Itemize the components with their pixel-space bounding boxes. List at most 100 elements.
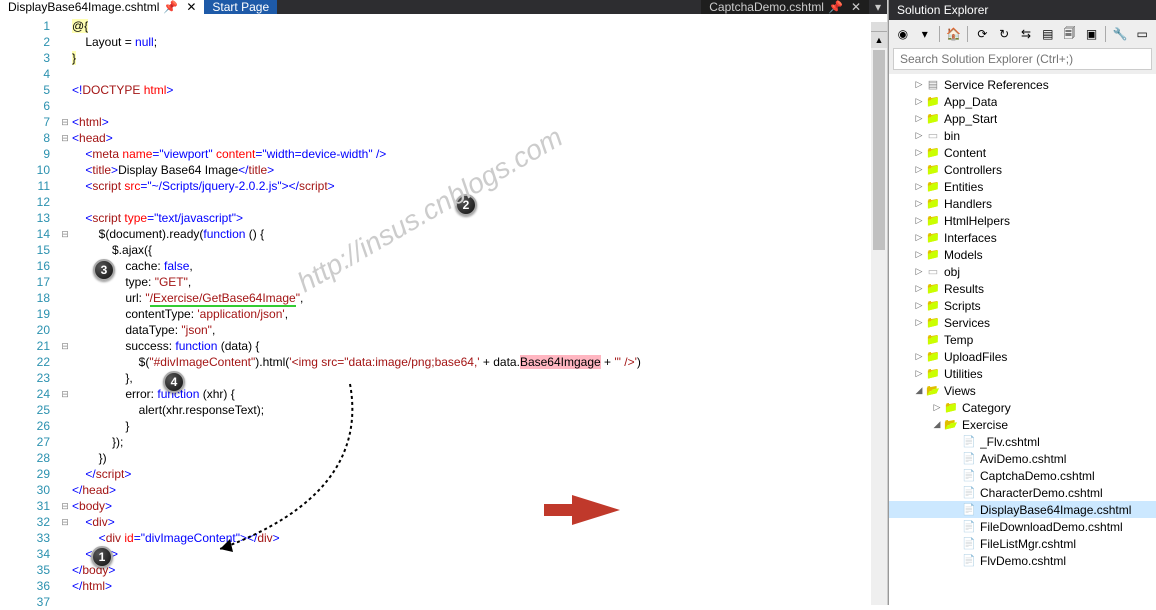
tree-expander[interactable]: ▷ — [913, 232, 925, 243]
folder-icon — [925, 112, 941, 126]
tree-expander[interactable]: ▷ — [913, 300, 925, 311]
tab-active-file[interactable]: DisplayBase64Image.cshtml 📌 ✕ — [0, 0, 204, 14]
pin-icon[interactable]: 📌 — [163, 0, 178, 14]
tree-expander[interactable]: ▷ — [913, 198, 925, 209]
split-handle[interactable] — [871, 22, 887, 32]
tree-item[interactable]: _Flv.cshtml — [889, 433, 1156, 450]
folder-icon — [925, 333, 941, 347]
tab-overflow-button[interactable]: ▾ — [869, 0, 887, 14]
folder-icon — [925, 129, 941, 143]
tree-label: Services — [944, 316, 990, 330]
tree-item[interactable]: ▷Handlers — [889, 195, 1156, 212]
back-button[interactable]: ◉ — [893, 24, 913, 44]
tree-expander[interactable]: ▷ — [913, 266, 925, 277]
tree-item[interactable]: ▷App_Start — [889, 110, 1156, 127]
tree-expander[interactable]: ◢ — [913, 385, 925, 396]
tree-item[interactable]: ▷Service References — [889, 76, 1156, 93]
tree-expander[interactable]: ▷ — [931, 402, 943, 413]
tree-item[interactable]: ▷obj — [889, 263, 1156, 280]
tree-expander[interactable]: ▷ — [913, 215, 925, 226]
folder-icon — [961, 537, 977, 551]
wrench-icon[interactable]: 🔧 — [1110, 24, 1130, 44]
close-icon[interactable]: ✕ — [186, 0, 196, 14]
tree-label: Models — [944, 248, 983, 262]
tree-expander[interactable]: ◢ — [931, 419, 943, 430]
scrollbar-thumb[interactable] — [873, 50, 885, 250]
tree-item[interactable]: ▷Category — [889, 399, 1156, 416]
close-icon[interactable]: ✕ — [851, 0, 861, 14]
tree-item[interactable]: ◢Views — [889, 382, 1156, 399]
tree-expander[interactable]: ▷ — [913, 96, 925, 107]
tree-item[interactable]: ▷Controllers — [889, 161, 1156, 178]
preview-icon[interactable]: ▣ — [1082, 24, 1102, 44]
folder-icon — [925, 146, 941, 160]
tree-item[interactable]: ◢Exercise — [889, 416, 1156, 433]
tab-start-page[interactable]: Start Page — [204, 0, 277, 14]
sync-icon[interactable]: ⟳ — [972, 24, 992, 44]
tree-item[interactable]: CharacterDemo.cshtml — [889, 484, 1156, 501]
tab-captcha[interactable]: CaptchaDemo.cshtml 📌 ✕ — [701, 0, 869, 14]
tree-item[interactable]: AviDemo.cshtml — [889, 450, 1156, 467]
tree-expander[interactable]: ▷ — [913, 317, 925, 328]
tree-label: FlvDemo.cshtml — [980, 554, 1066, 568]
folder-icon — [925, 299, 941, 313]
pin-icon[interactable]: 📌 — [828, 0, 843, 14]
tree-item[interactable]: ▷App_Data — [889, 93, 1156, 110]
tree-expander[interactable]: ▷ — [913, 164, 925, 175]
tree-expander[interactable]: ▷ — [913, 249, 925, 260]
tree-item[interactable]: ▷ Scripts — [889, 297, 1156, 314]
toggle-icon[interactable]: ▭ — [1132, 24, 1152, 44]
forward-button[interactable]: ▾ — [915, 24, 935, 44]
solution-search — [893, 48, 1152, 70]
folder-icon — [925, 265, 941, 279]
refresh-icon[interactable]: ↻ — [994, 24, 1014, 44]
editor-tabs: DisplayBase64Image.cshtml 📌 ✕ Start Page… — [0, 0, 887, 14]
tab-label: DisplayBase64Image.cshtml — [8, 0, 159, 14]
tree-item[interactable]: Temp — [889, 331, 1156, 348]
tree-item[interactable]: FileDownloadDemo.cshtml — [889, 518, 1156, 535]
red-arrow-icon — [542, 490, 622, 530]
tree-label: Content — [944, 146, 986, 160]
code-lines[interactable]: @{ Layout = null;}<!DOCTYPE html><html><… — [72, 14, 887, 610]
tree-item[interactable]: ▷ Results — [889, 280, 1156, 297]
tree-label: Results — [944, 282, 984, 296]
tree-item[interactable]: FlvDemo.cshtml — [889, 552, 1156, 569]
solution-search-input[interactable] — [893, 48, 1152, 70]
tree-expander[interactable]: ▷ — [913, 351, 925, 362]
tree-expander[interactable]: ▷ — [913, 130, 925, 141]
tree-item[interactable]: ▷ UploadFiles — [889, 348, 1156, 365]
code-editor[interactable]: 1234567891011121314151617181920212223242… — [0, 14, 887, 610]
tree-item[interactable]: ▷ Models — [889, 246, 1156, 263]
folder-icon — [925, 316, 941, 330]
tree-item[interactable]: FileListMgr.cshtml — [889, 535, 1156, 552]
home-button[interactable]: 🏠 — [944, 24, 964, 44]
show-all-icon[interactable]: ▤ — [1038, 24, 1058, 44]
tree-expander[interactable]: ▷ — [913, 113, 925, 124]
tree-expander[interactable]: ▷ — [913, 79, 925, 90]
collapse-icon[interactable]: ⇆ — [1016, 24, 1036, 44]
tree-item[interactable]: ▷ Services — [889, 314, 1156, 331]
tree-item[interactable]: CaptchaDemo.cshtml — [889, 467, 1156, 484]
tree-item[interactable]: ▷Utilities — [889, 365, 1156, 382]
folder-icon — [961, 469, 977, 483]
tree-item[interactable]: ▷HtmlHelpers — [889, 212, 1156, 229]
tree-item[interactable]: ▷bin — [889, 127, 1156, 144]
folder-icon — [943, 401, 959, 415]
solution-tree[interactable]: ▷Service References▷App_Data▷App_Start▷b… — [889, 74, 1156, 605]
tree-item[interactable]: ▷ Content — [889, 144, 1156, 161]
tree-item[interactable]: ▷Interfaces — [889, 229, 1156, 246]
tree-item[interactable]: ▷Entities — [889, 178, 1156, 195]
tree-label: CharacterDemo.cshtml — [980, 486, 1103, 500]
tree-label: UploadFiles — [944, 350, 1007, 364]
properties-icon[interactable]: 🗐 — [1060, 24, 1080, 44]
tree-expander[interactable]: ▷ — [913, 283, 925, 294]
tree-expander[interactable]: ▷ — [913, 181, 925, 192]
scroll-up-button[interactable]: ▲ — [871, 32, 887, 48]
folder-icon — [925, 197, 941, 211]
tree-item[interactable]: DisplayBase64Image.cshtml — [889, 501, 1156, 518]
vertical-scrollbar[interactable]: ▲ — [871, 22, 887, 605]
folder-icon — [925, 214, 941, 228]
tree-expander[interactable]: ▷ — [913, 147, 925, 158]
tree-expander[interactable]: ▷ — [913, 368, 925, 379]
tree-label: Scripts — [944, 299, 981, 313]
